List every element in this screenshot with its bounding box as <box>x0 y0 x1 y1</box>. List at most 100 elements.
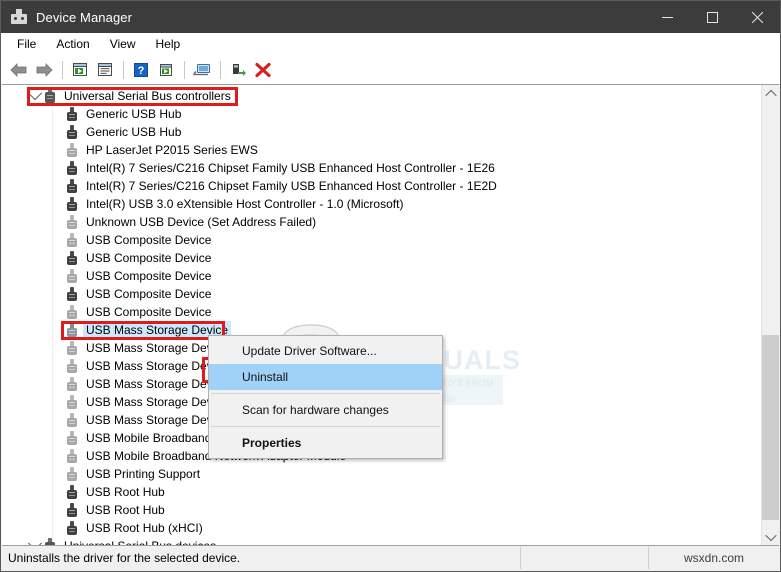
minimize-button[interactable] <box>645 1 690 33</box>
tree-row-device[interactable]: USB Root Hub (xHCI) <box>2 519 762 537</box>
scrollbar-thumb[interactable] <box>762 335 779 520</box>
menu-action[interactable]: Action <box>46 34 99 54</box>
chevron-down-icon[interactable] <box>27 536 43 545</box>
status-watermark: wsxdn.com <box>683 551 745 565</box>
usb-device-icon <box>64 394 80 410</box>
usb-device-icon <box>64 286 80 302</box>
context-menu-item[interactable]: Uninstall <box>209 364 442 390</box>
svg-text:?: ? <box>138 65 145 77</box>
usb-device-icon <box>64 268 80 284</box>
status-middle <box>521 547 649 569</box>
scroll-up-arrow[interactable] <box>762 85 779 102</box>
context-menu-item[interactable]: Scan for hardware changes <box>209 397 442 423</box>
tree-row-label: USB Mobile Broadband <box>86 431 212 445</box>
usb-device-icon <box>64 484 80 500</box>
menu-help[interactable]: Help <box>146 34 191 54</box>
tree-row-device[interactable]: USB Root Hub <box>2 501 762 519</box>
help-icon[interactable]: ? <box>129 58 153 82</box>
tree-row-label: USB Mass Storage Device <box>86 341 229 355</box>
show-hide-console-tree-icon[interactable] <box>93 58 117 82</box>
tree-row-label: USB Mass Storage Device <box>86 395 229 409</box>
tree-row-label: Universal Serial Bus controllers <box>64 89 231 103</box>
toolbar-separator <box>184 61 185 79</box>
tree-row-device[interactable]: Generic USB Hub <box>2 105 762 123</box>
usb-device-icon <box>64 142 80 158</box>
tree-row-label: Intel(R) USB 3.0 eXtensible Host Control… <box>86 197 404 211</box>
vertical-scrollbar[interactable] <box>761 85 779 545</box>
tree-row-label: Generic USB Hub <box>86 125 182 139</box>
tree-row-label: Intel(R) 7 Series/C216 Chipset Family US… <box>86 179 497 193</box>
usb-device-icon <box>64 376 80 392</box>
usb-device-icon <box>64 502 80 518</box>
tree-row-device[interactable]: Generic USB Hub <box>2 123 762 141</box>
menu-view[interactable]: View <box>100 34 146 54</box>
tree-row-device[interactable]: Intel(R) USB 3.0 eXtensible Host Control… <box>2 195 762 213</box>
device-tree[interactable]: Universal Serial Bus controllers Generic … <box>2 85 762 545</box>
tree-row-device[interactable]: USB Composite Device <box>2 303 762 321</box>
usb-device-icon <box>64 106 80 122</box>
menu-separator <box>211 393 440 394</box>
usb-device-icon <box>64 322 80 338</box>
tree-row-device[interactable]: USB Composite Device <box>2 285 762 303</box>
tree-row-device[interactable]: USB Composite Device <box>2 231 762 249</box>
usb-controller-icon <box>42 88 58 104</box>
context-menu-item[interactable]: Properties <box>209 430 442 456</box>
tree-row-label: Intel(R) 7 Series/C216 Chipset Family US… <box>86 161 495 175</box>
toolbar-separator <box>62 61 63 79</box>
device-tree-panel: Universal Serial Bus controllers Generic … <box>2 84 779 546</box>
tree-row-device[interactable]: USB Printing Support <box>2 465 762 483</box>
tree-row-label: USB Root Hub (xHCI) <box>86 521 203 535</box>
tree-row-root[interactable]: Universal Serial Bus controllers <box>2 86 762 105</box>
toolbar-separator <box>123 61 124 79</box>
usb-device-icon <box>64 250 80 266</box>
usb-device-icon <box>64 448 80 464</box>
tree-row-label: USB Composite Device <box>86 287 212 301</box>
toolbar: ? <box>1 56 780 85</box>
enable-device-icon[interactable] <box>226 58 250 82</box>
menu-file[interactable]: File <box>7 34 46 54</box>
tree-row-device[interactable]: Intel(R) 7 Series/C216 Chipset Family US… <box>2 159 762 177</box>
scan-hardware-changes-icon[interactable] <box>190 58 214 82</box>
tree-row-label: USB Composite Device <box>86 233 212 247</box>
tree-row-device[interactable]: USB Composite Device <box>2 249 762 267</box>
tree-row-device[interactable]: Unknown USB Device (Set Address Failed) <box>2 213 762 231</box>
tree-row-label: USB Composite Device <box>86 251 212 265</box>
context-menu-item[interactable]: Update Driver Software... <box>209 338 442 364</box>
window-controls <box>645 1 780 33</box>
tree-row-device[interactable]: USB Root Hub <box>2 483 762 501</box>
tree-row-label: Generic USB Hub <box>86 107 182 121</box>
usb-device-group-icon <box>42 538 58 545</box>
update-driver-icon[interactable] <box>154 58 178 82</box>
tree-row-label: USB Composite Device <box>86 269 212 283</box>
tree-row-device[interactable]: Intel(R) 7 Series/C216 Chipset Family US… <box>2 177 762 195</box>
usb-device-icon <box>64 412 80 428</box>
usb-device-icon <box>64 466 80 482</box>
back-icon[interactable] <box>7 58 31 82</box>
tree-row-device[interactable]: USB Composite Device <box>2 267 762 285</box>
usb-device-icon <box>64 196 80 212</box>
tree-row-device[interactable]: HP LaserJet P2015 Series EWS <box>2 141 762 159</box>
usb-device-icon <box>64 124 80 140</box>
status-message: Uninstalls the driver for the selected d… <box>2 547 521 569</box>
usb-device-icon <box>64 232 80 248</box>
scroll-down-arrow[interactable] <box>762 528 779 545</box>
tree-row-label: Unknown USB Device (Set Address Failed) <box>86 215 317 229</box>
chevron-down-icon[interactable] <box>27 86 43 105</box>
uninstall-device-icon[interactable] <box>251 58 275 82</box>
status-bar: Uninstalls the driver for the selected d… <box>2 546 779 570</box>
tree-row-group[interactable]: Universal Serial Bus devices <box>2 536 762 545</box>
tree-row-label: HP LaserJet P2015 Series EWS <box>86 143 258 157</box>
usb-device-icon <box>64 214 80 230</box>
tree-row-label: USB Composite Device <box>86 305 212 319</box>
menu-separator <box>211 426 440 427</box>
title-bar: Device Manager <box>1 1 780 33</box>
properties-icon[interactable] <box>68 58 92 82</box>
context-menu[interactable]: Update Driver Software... Uninstall Scan f… <box>208 335 443 459</box>
usb-device-icon <box>64 160 80 176</box>
close-button[interactable] <box>735 1 780 33</box>
tree-row-label: USB Printing Support <box>86 467 201 481</box>
maximize-button[interactable] <box>690 1 735 33</box>
forward-icon[interactable] <box>32 58 56 82</box>
tree-row-label: USB Root Hub <box>86 503 165 517</box>
menu-bar: File Action View Help <box>1 33 780 56</box>
